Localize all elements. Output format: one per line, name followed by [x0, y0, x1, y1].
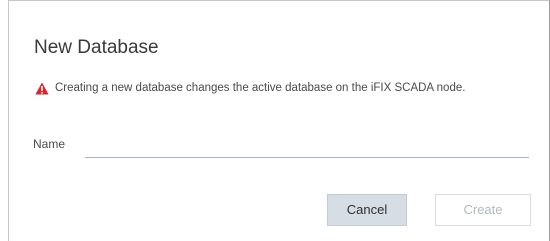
- name-label: Name: [33, 137, 66, 151]
- new-database-dialog: New Database Creating a new database cha…: [8, 0, 550, 241]
- warning-message: Creating a new database changes the acti…: [35, 80, 465, 96]
- dialog-title: New Database: [34, 37, 159, 58]
- name-input[interactable]: [85, 136, 529, 158]
- warning-text: Creating a new database changes the acti…: [55, 82, 466, 94]
- cancel-button[interactable]: Cancel: [327, 194, 407, 226]
- create-button[interactable]: Create: [435, 194, 531, 226]
- warning-triangle-icon: [35, 82, 49, 95]
